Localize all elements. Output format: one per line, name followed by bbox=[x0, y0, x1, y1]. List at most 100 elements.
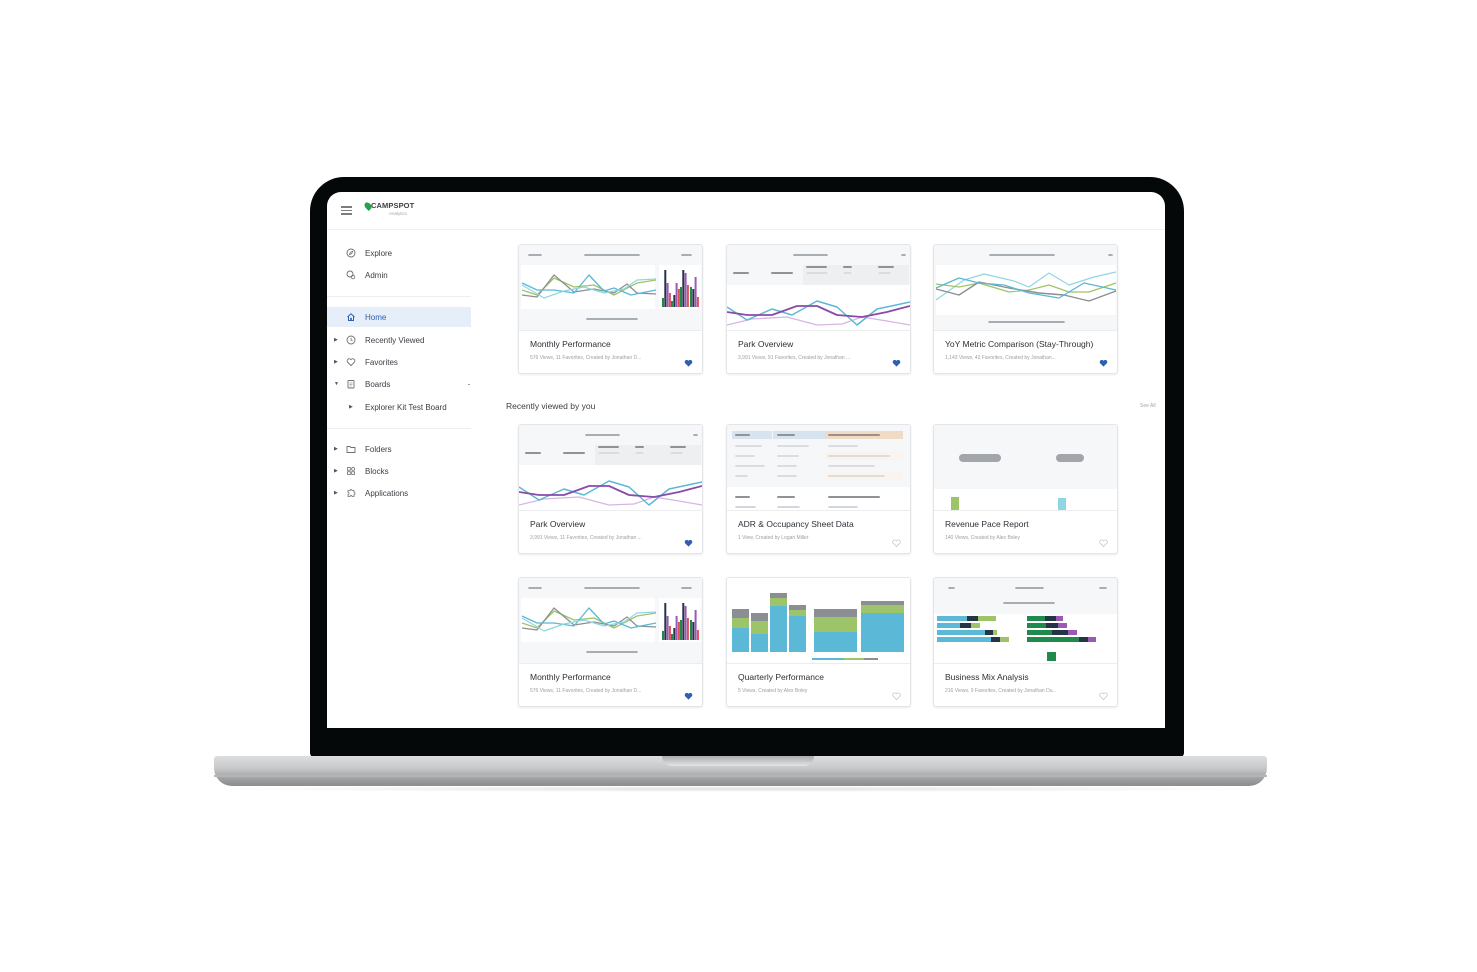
stacked-bar-segment bbox=[770, 598, 787, 606]
stage: CAMPSPOT Analytics Explore Admin Home ▶ … bbox=[0, 0, 1477, 972]
bar bbox=[675, 283, 678, 307]
hbar-segment bbox=[993, 630, 997, 635]
favorite-heart-outline-icon[interactable] bbox=[892, 534, 901, 548]
bar bbox=[682, 603, 685, 640]
caret-right-icon[interactable]: ▶ bbox=[334, 359, 338, 365]
stacked-bar-segment bbox=[814, 632, 857, 652]
dashboard-card[interactable]: Park Overview 3,991 Views, 91 Favorites,… bbox=[726, 244, 911, 374]
thumbnail-chart bbox=[934, 454, 1117, 510]
card-title: Quarterly Performance bbox=[738, 672, 824, 682]
bar bbox=[690, 287, 692, 307]
caret-right-icon[interactable]: ▶ bbox=[334, 337, 338, 343]
favorite-heart-icon[interactable] bbox=[684, 534, 693, 547]
sidebar-divider bbox=[327, 296, 471, 297]
see-all-link[interactable]: See All bbox=[1140, 403, 1156, 409]
hbar-segment bbox=[1052, 630, 1068, 635]
sidebar-item-home[interactable]: Home bbox=[327, 307, 471, 327]
sidebar-item-label: Applications bbox=[365, 488, 409, 498]
bar bbox=[1058, 498, 1066, 510]
chart-area bbox=[934, 489, 1117, 510]
caret-right-icon[interactable]: ▶ bbox=[334, 446, 338, 452]
sidebar-item-blocks[interactable]: ▶ Blocks bbox=[327, 461, 471, 481]
dashboard-card[interactable]: Monthly Performance 576 Views, 11 Favori… bbox=[518, 244, 703, 374]
hbar-segment bbox=[1027, 616, 1045, 621]
bar bbox=[682, 270, 685, 307]
bar bbox=[677, 622, 680, 640]
card-meta: 140 Views, Created by Alex Boley bbox=[945, 535, 1020, 541]
dashboard-card[interactable]: Quarterly Performance 5 Views, Created b… bbox=[726, 577, 911, 707]
board-icon bbox=[346, 379, 356, 389]
bar bbox=[686, 618, 689, 640]
dashboard-card[interactable]: Revenue Pace Report 140 Views, Created b… bbox=[933, 424, 1118, 554]
dashboard-card[interactable]: YoY Metric Comparison (Stay-Through) 1,1… bbox=[933, 244, 1118, 374]
stacked-bar-segment bbox=[814, 617, 857, 632]
card-thumbnail bbox=[519, 425, 702, 511]
hbar-segment bbox=[1027, 630, 1052, 635]
stacked-bar-segment bbox=[732, 628, 749, 652]
favorite-heart-outline-icon[interactable] bbox=[1099, 534, 1108, 548]
dashboard-card[interactable]: Park Overview 3,991 Views, 11 Favorites,… bbox=[518, 424, 703, 554]
thumbnail-chart bbox=[727, 578, 910, 663]
thumbnail-chart bbox=[521, 587, 701, 653]
card-meta: 3,991 Views, 91 Favorites, Created by Jo… bbox=[738, 355, 851, 361]
stacked-bar-segment bbox=[861, 601, 904, 605]
sidebar-item-applications[interactable]: ▶ Applications bbox=[327, 483, 471, 503]
app-header: CAMPSPOT Analytics bbox=[327, 192, 1165, 230]
compass-icon bbox=[346, 248, 356, 258]
sidebar: Explore Admin Home ▶ Recently Viewed ▶ F… bbox=[327, 230, 471, 728]
blocks-icon bbox=[346, 466, 356, 476]
thumbnail-chart bbox=[521, 254, 701, 320]
stacked-bar-segment bbox=[770, 593, 787, 598]
hbar-segment bbox=[1000, 637, 1009, 642]
bar bbox=[677, 289, 680, 307]
bar bbox=[662, 631, 664, 640]
card-meta: 3,991 Views, 11 Favorites, Created by Jo… bbox=[530, 535, 642, 541]
collapse-handle[interactable] bbox=[468, 384, 470, 385]
caret-right-icon[interactable]: ▶ bbox=[349, 404, 353, 410]
laptop-screen: CAMPSPOT Analytics Explore Admin Home ▶ … bbox=[327, 192, 1165, 728]
home-icon bbox=[346, 312, 356, 322]
caret-right-icon[interactable]: ▶ bbox=[334, 468, 338, 474]
sidebar-item-explore[interactable]: Explore bbox=[327, 243, 471, 263]
caret-down-icon[interactable]: ▼ bbox=[334, 381, 339, 387]
sidebar-item-explorer-kit-test-board[interactable]: ▶ Explorer Kit Test Board bbox=[327, 397, 471, 417]
hbar-segment bbox=[1088, 637, 1096, 642]
favorite-heart-icon[interactable] bbox=[1099, 354, 1108, 367]
legend-area bbox=[934, 648, 1117, 663]
sidebar-item-recently-viewed[interactable]: ▶ Recently Viewed bbox=[327, 330, 471, 350]
dashboard-card[interactable]: ADR & Occupancy Sheet Data 1 View, Creat… bbox=[726, 424, 911, 554]
favorite-heart-icon[interactable] bbox=[684, 354, 693, 367]
thumbnail-chart bbox=[935, 254, 1117, 323]
card-thumbnail bbox=[934, 578, 1117, 664]
favorite-heart-outline-icon[interactable] bbox=[892, 687, 901, 701]
stacked-bar-segment bbox=[789, 610, 806, 616]
bar bbox=[668, 626, 671, 640]
dashboard-card[interactable]: Business Mix Analysis 216 Views, 9 Favor… bbox=[933, 577, 1118, 707]
caret-right-icon[interactable]: ▶ bbox=[334, 490, 338, 496]
puzzle-icon bbox=[346, 488, 356, 498]
hbar-segment bbox=[967, 616, 978, 621]
hbar-segment bbox=[1027, 623, 1046, 628]
sidebar-item-label: Admin bbox=[365, 270, 388, 280]
bar bbox=[680, 287, 682, 307]
sidebar-item-boards[interactable]: ▼ Boards bbox=[327, 374, 471, 394]
sidebar-item-favorites[interactable]: ▶ Favorites bbox=[327, 352, 471, 372]
legend-swatch bbox=[1047, 652, 1056, 661]
card-meta: 576 Views, 11 Favorites, Created by Jona… bbox=[530, 688, 642, 694]
favorite-heart-icon[interactable] bbox=[892, 354, 901, 367]
bar bbox=[696, 297, 699, 307]
favorite-heart-outline-icon[interactable] bbox=[1099, 687, 1108, 701]
legend-swatch bbox=[812, 658, 844, 660]
sidebar-item-admin[interactable]: Admin bbox=[327, 265, 471, 285]
thumbnail-chart bbox=[727, 431, 910, 510]
sidebar-item-label: Boards bbox=[365, 379, 391, 389]
menu-icon[interactable] bbox=[341, 206, 352, 215]
hbar-segment bbox=[1046, 623, 1058, 628]
sidebar-item-folders[interactable]: ▶ Folders bbox=[327, 439, 471, 459]
bar bbox=[694, 610, 697, 640]
card-thumbnail bbox=[727, 245, 910, 331]
logo-text: CAMPSPOT bbox=[371, 201, 415, 210]
card-meta: 1,143 Views, 42 Favorites, Created by Jo… bbox=[945, 355, 1056, 361]
favorite-heart-icon[interactable] bbox=[684, 687, 693, 700]
dashboard-card[interactable]: Monthly Performance 576 Views, 11 Favori… bbox=[518, 577, 703, 707]
